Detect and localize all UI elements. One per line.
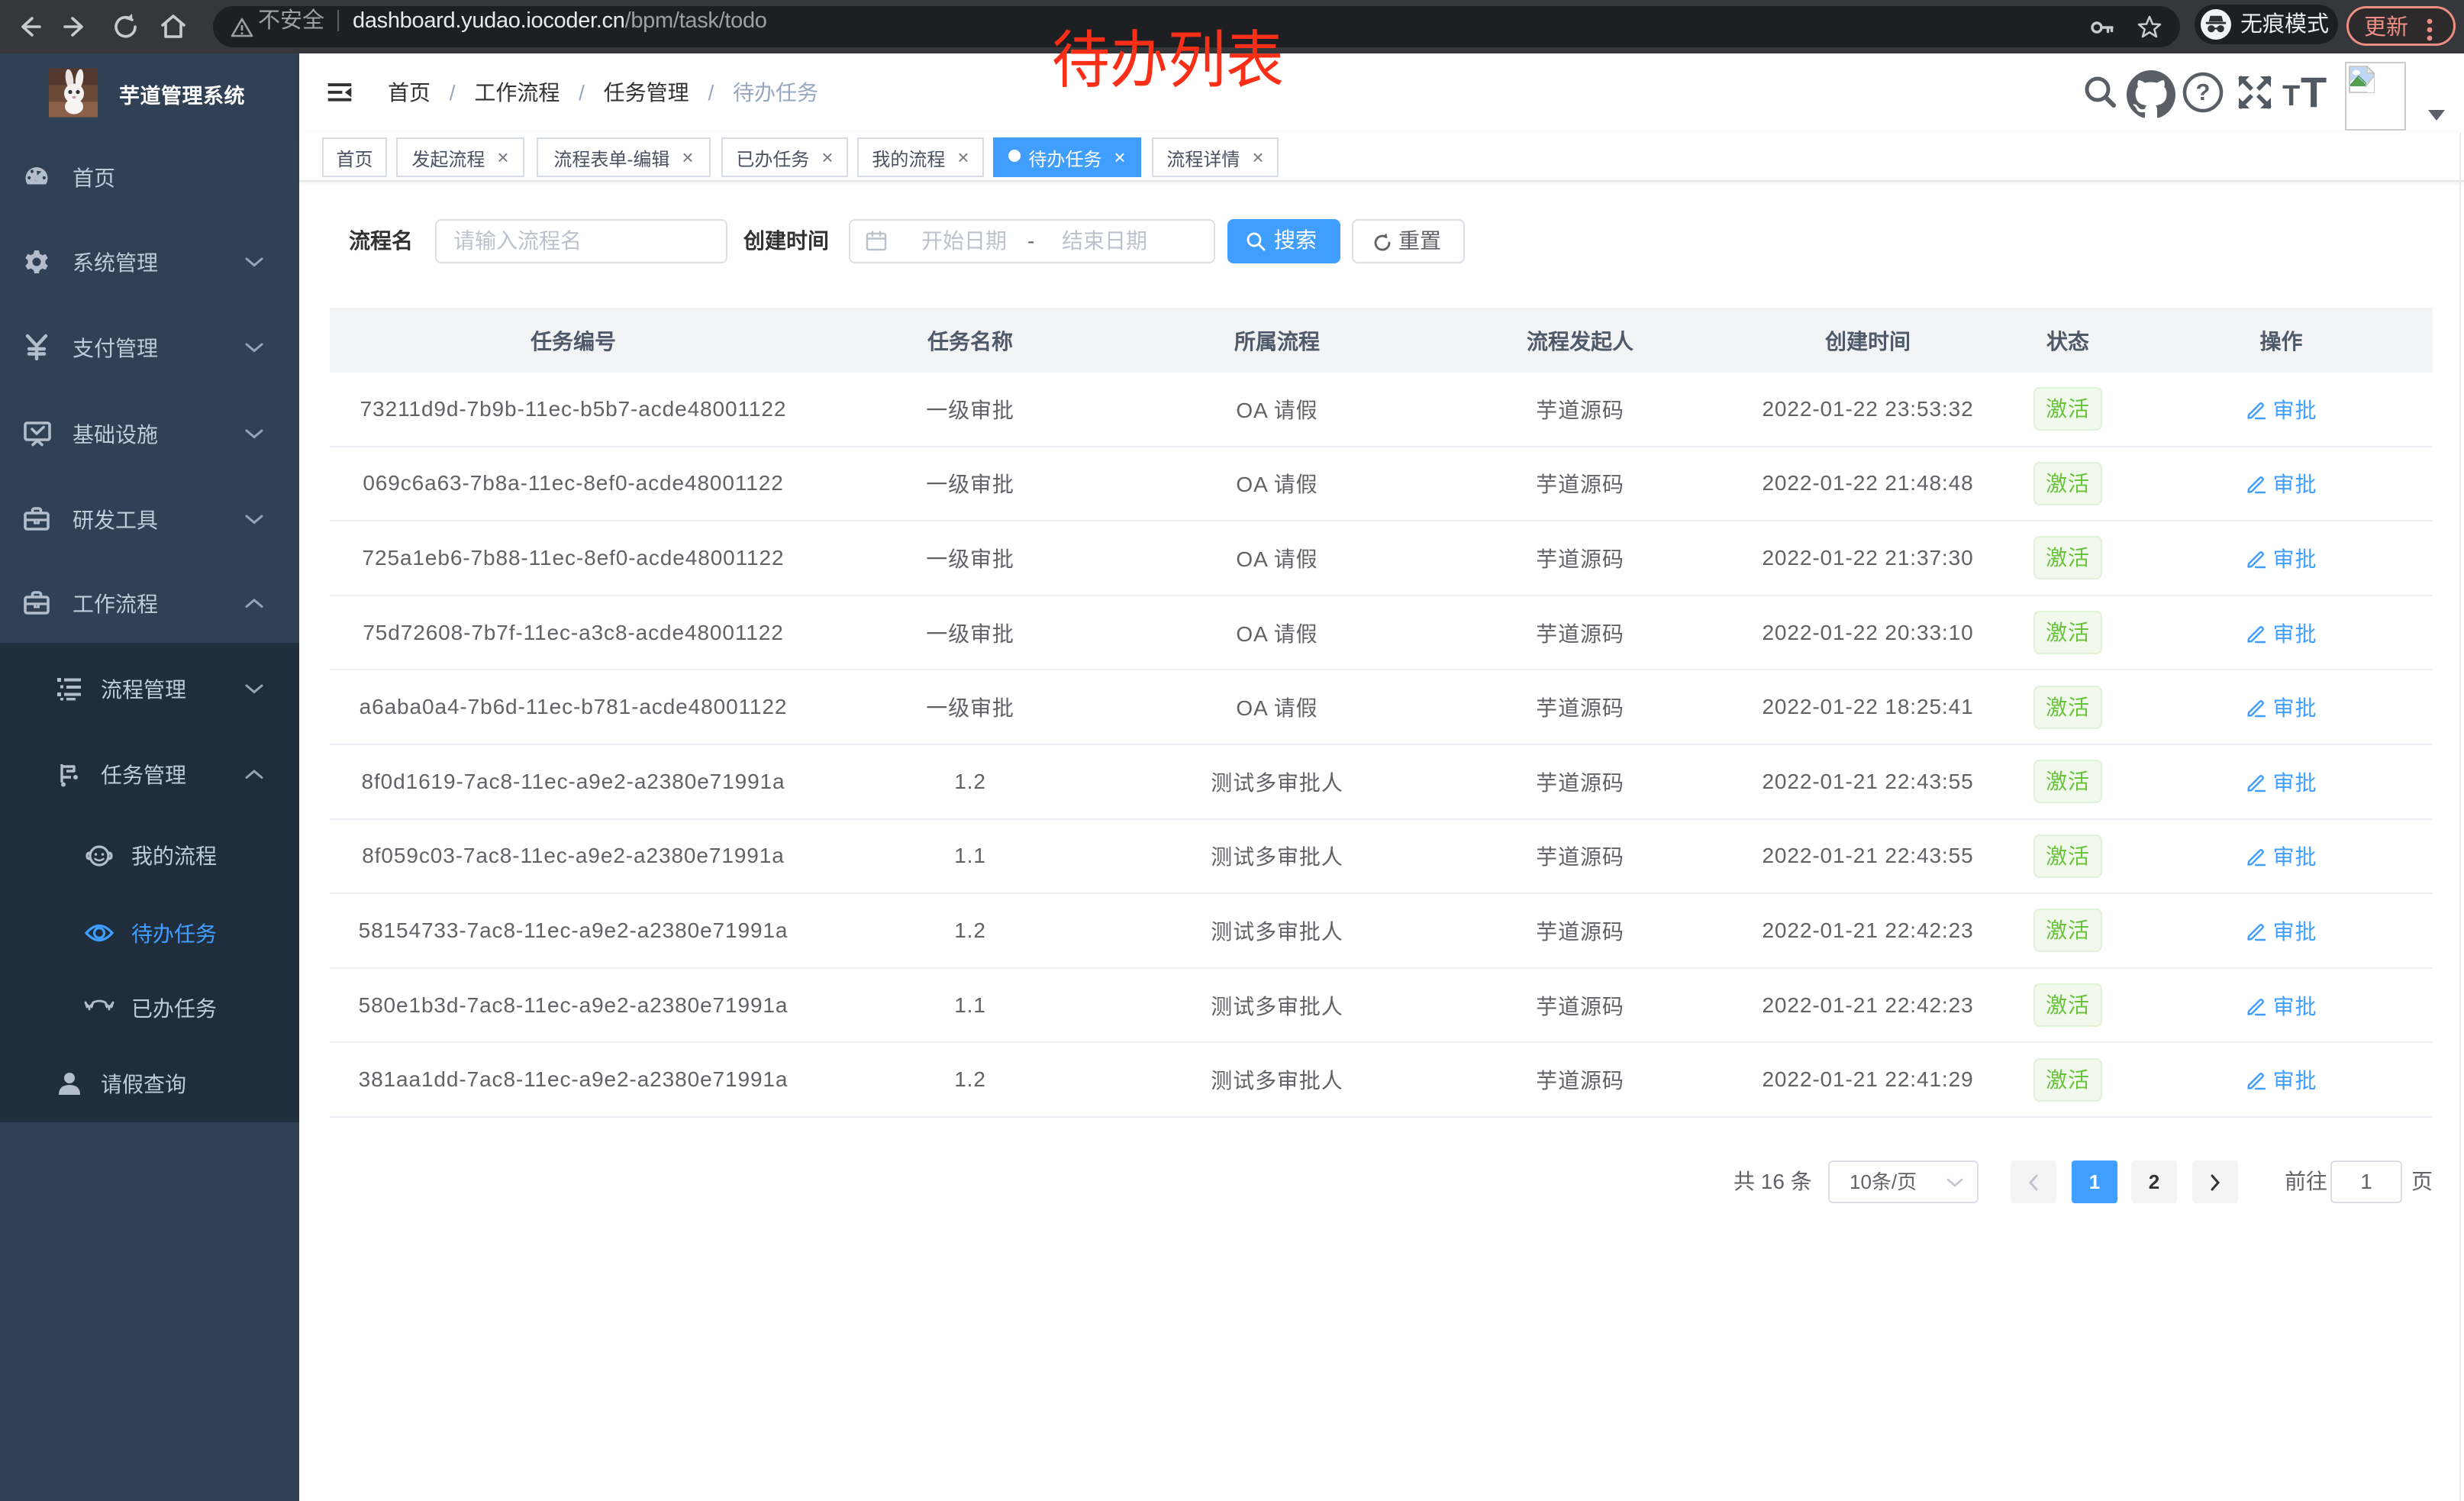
svg-text:T: T xyxy=(2282,80,2300,112)
svg-text:?: ? xyxy=(2196,79,2211,105)
svg-text:T: T xyxy=(2301,72,2327,115)
